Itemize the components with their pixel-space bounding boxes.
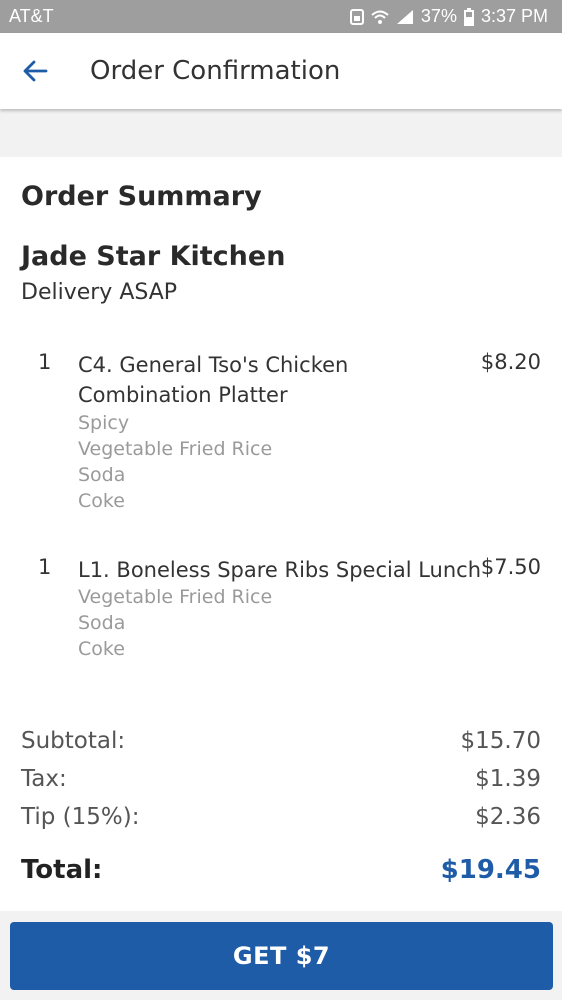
get-reward-button[interactable]: GET $7: [10, 922, 553, 990]
modifier: Vegetable Fried Rice: [78, 438, 273, 460]
modifier: Soda: [78, 612, 126, 634]
total-row: Total: $19.45: [21, 855, 541, 885]
status-time: 3:37 PM: [480, 6, 548, 26]
order-summary-heading: Order Summary: [21, 181, 262, 212]
delivery-time: Delivery ASAP: [21, 280, 178, 305]
tax-label: Tax:: [21, 766, 67, 792]
app-bar: Order Confirmation: [0, 33, 562, 109]
modifier: Soda: [78, 464, 126, 486]
battery-icon: [463, 7, 474, 26]
item-name: L1. Boneless Spare Ribs Special Lunch: [78, 558, 482, 582]
status-icons: 37% 3:37 PM: [349, 6, 548, 27]
tax-row: Tax: $1.39: [21, 766, 541, 792]
modifier: Spicy: [78, 412, 130, 434]
wifi-icon: [371, 10, 389, 24]
item-quantity: 1: [38, 350, 52, 374]
total-value: $19.45: [440, 855, 541, 885]
back-button[interactable]: [0, 33, 70, 109]
item-name: C4. General Tso's Chicken Combination Pl…: [78, 353, 349, 407]
divider-strip: [0, 130, 562, 157]
item-modifiers: Vegetable Fried Rice Soda Coke: [78, 584, 272, 662]
modifier: Coke: [78, 490, 125, 512]
tip-label: Tip (15%):: [21, 804, 140, 830]
modifier: Vegetable Fried Rice: [78, 586, 273, 608]
item-modifiers: Spicy Vegetable Fried Rice Soda Coke: [78, 410, 272, 514]
modifier: Coke: [78, 638, 125, 660]
tax-value: $1.39: [475, 766, 541, 792]
tip-row: Tip (15%): $2.36: [21, 804, 541, 830]
subtotal-value: $15.70: [460, 728, 541, 754]
order-summary-card: Order Summary Jade Star Kitchen Delivery…: [0, 157, 562, 911]
tip-value: $2.36: [475, 804, 541, 830]
carrier-label: AT&T: [9, 6, 54, 26]
item-price: $8.20: [480, 350, 541, 374]
page-title: Order Confirmation: [90, 56, 341, 86]
subtotal-row: Subtotal: $15.70: [21, 728, 541, 754]
arrow-left-icon: [23, 60, 48, 82]
restaurant-name: Jade Star Kitchen: [21, 241, 286, 272]
item-price: $7.50: [480, 555, 541, 579]
subtotal-label: Subtotal:: [21, 728, 126, 754]
sim-icon: [349, 8, 364, 25]
battery-percent: 37%: [420, 6, 457, 26]
total-label: Total:: [21, 855, 103, 885]
signal-icon: [396, 9, 413, 24]
item-quantity: 1: [38, 555, 52, 579]
status-bar: AT&T 37% 3:37 PM: [0, 0, 562, 33]
